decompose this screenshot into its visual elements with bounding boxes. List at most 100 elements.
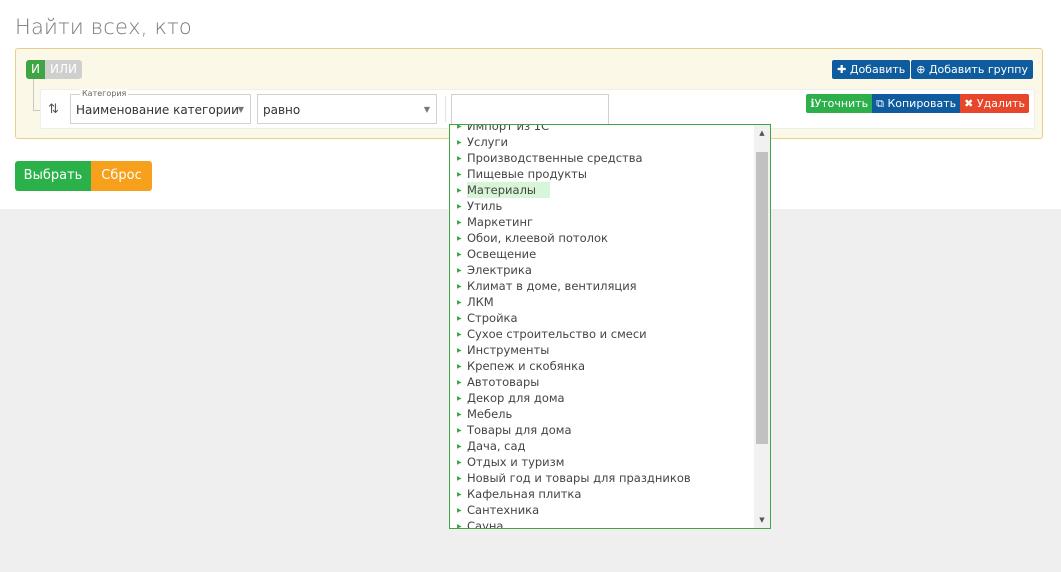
value-input[interactable] — [451, 94, 609, 125]
bullet-icon: ▶ — [457, 138, 462, 146]
bullet-icon: ▶ — [457, 314, 462, 322]
category-option[interactable]: ▶ Кафельная плитка — [450, 486, 754, 502]
category-option[interactable]: ▶ Мебель — [450, 406, 754, 422]
bullet-icon: ▶ — [457, 186, 462, 194]
plus-icon: ✚ — [837, 63, 850, 76]
category-option-label: Климат в доме, вентиляция — [467, 279, 637, 293]
category-option[interactable]: ▶ Освещение — [450, 246, 754, 262]
bullet-icon: ▶ — [457, 124, 462, 130]
category-option[interactable]: ▶ Обои, клеевой потолок — [450, 230, 754, 246]
category-option-label: Мебель — [467, 407, 513, 421]
category-option[interactable]: ▶ Импорт из 1С — [450, 124, 754, 134]
bullet-icon: ▶ — [457, 490, 462, 498]
bullet-icon: ▶ — [457, 330, 462, 338]
field-select-value: Наименование категории — [76, 103, 239, 117]
category-option-label: Дача, сад — [467, 439, 526, 453]
caret-down-icon: ▼ — [237, 105, 244, 114]
category-option[interactable]: ▶ Утиль — [450, 198, 754, 214]
bullet-icon: ▶ — [457, 346, 462, 354]
category-option-label: Отдых и туризм — [467, 455, 565, 469]
bullet-icon: ▶ — [457, 378, 462, 386]
category-option[interactable]: ▶ Услуги — [450, 134, 754, 150]
add-rule-button[interactable]: ✚ Добавить — [832, 60, 911, 79]
category-dropdown: ▶ Импорт из 1С ▶ Услуги ▶ Производственные ср… — [449, 124, 771, 529]
bullet-icon: ▶ — [457, 298, 462, 306]
category-option[interactable]: ▶ Отдых и туризм — [450, 454, 754, 470]
category-option[interactable]: ▶ Стройка — [450, 310, 754, 326]
category-option[interactable]: ▶ Сухое строительство и смеси — [450, 326, 754, 342]
bullet-icon: ▶ — [457, 442, 462, 450]
drag-sort-icon[interactable]: ⇅ — [48, 102, 59, 117]
reset-button[interactable]: Сброс — [91, 161, 152, 191]
bullet-icon: ▶ — [457, 506, 462, 514]
scroll-up-icon[interactable]: ▲ — [754, 125, 770, 141]
category-option[interactable]: ▶ Материалы — [450, 182, 754, 198]
copy-label: Копировать — [887, 97, 957, 110]
delete-button[interactable]: ✖ Удалить — [960, 94, 1029, 113]
category-option[interactable]: ▶ ЛКМ — [450, 294, 754, 310]
field-legend: Категория — [80, 89, 129, 99]
page-title: Найти всех, кто — [15, 15, 192, 39]
rule-actions: ℹУточнить ⧉ Копировать ✖ Удалить — [806, 94, 1029, 113]
logic-or-button[interactable]: ИЛИ — [44, 60, 82, 79]
category-option-label: Пищевые продукты — [467, 167, 587, 181]
scrollbar[interactable]: ▲ ▼ — [754, 125, 770, 528]
field-select[interactable]: Категория Наименование категории ▼ — [70, 89, 251, 124]
category-option[interactable]: ▶ Сауна — [450, 518, 754, 529]
category-option-label: ЛКМ — [467, 295, 494, 309]
category-option[interactable]: ▶ Электрика — [450, 262, 754, 278]
category-option-label: Импорт из 1С — [467, 124, 550, 133]
add-rule-label: Добавить — [849, 63, 906, 76]
bullet-icon: ▶ — [457, 426, 462, 434]
bullet-icon: ▶ — [457, 202, 462, 210]
scroll-thumb[interactable] — [756, 152, 768, 444]
rule-row: ⇅ Категория Наименование категории ▼ рав… — [40, 89, 1035, 129]
group-actions: ✚ Добавить ⊕ Добавить группу — [832, 60, 1033, 79]
divider — [445, 96, 446, 122]
category-option[interactable]: ▶ Климат в доме, вентиляция — [450, 278, 754, 294]
select-button[interactable]: Выбрать — [15, 161, 91, 191]
category-option[interactable]: ▶ Автотовары — [450, 374, 754, 390]
scroll-down-icon[interactable]: ▼ — [754, 512, 770, 528]
category-option-label: Кафельная плитка — [467, 487, 582, 501]
category-option[interactable]: ▶ Пищевые продукты — [450, 166, 754, 182]
bullet-icon: ▶ — [457, 394, 462, 402]
plus-circle-icon: ⊕ — [916, 63, 929, 76]
refine-button[interactable]: ℹУточнить — [806, 94, 873, 113]
bullet-icon: ▶ — [457, 250, 462, 258]
operator-select[interactable]: равно ▼ — [257, 94, 437, 124]
category-option-label: Стройка — [467, 311, 518, 325]
bullet-icon: ▶ — [457, 282, 462, 290]
operator-select-value: равно — [263, 103, 301, 117]
add-group-label: Добавить группу — [928, 63, 1028, 76]
delete-label: Удалить — [976, 97, 1025, 110]
category-option-label: Декор для дома — [467, 391, 565, 405]
bullet-icon: ▶ — [457, 458, 462, 466]
logic-toggle: И ИЛИ — [26, 60, 82, 79]
category-option-label: Крепеж и скобянка — [467, 359, 586, 373]
category-option[interactable]: ▶ Товары для дома — [450, 422, 754, 438]
refine-label: Уточнить — [814, 97, 869, 110]
category-option-label: Маркетинг — [467, 215, 534, 229]
category-option[interactable]: ▶ Производственные средства — [450, 150, 754, 166]
category-option-label: Электрика — [467, 263, 532, 277]
bullet-icon: ▶ — [457, 170, 462, 178]
logic-and-button[interactable]: И — [26, 60, 45, 79]
category-option[interactable]: ▶ Дача, сад — [450, 438, 754, 454]
bullet-icon: ▶ — [457, 522, 462, 529]
category-option-label: Инструменты — [467, 343, 550, 357]
category-option[interactable]: ▶ Маркетинг — [450, 214, 754, 230]
copy-button[interactable]: ⧉ Копировать — [872, 94, 961, 113]
bullet-icon: ▶ — [457, 234, 462, 242]
add-group-button[interactable]: ⊕ Добавить группу — [911, 60, 1033, 79]
category-option-label: Автотовары — [467, 375, 540, 389]
category-option[interactable]: ▶ Новый год и товары для праздников — [450, 470, 754, 486]
category-option[interactable]: ▶ Инструменты — [450, 342, 754, 358]
category-option[interactable]: ▶ Декор для дома — [450, 390, 754, 406]
category-option-label: Сантехника — [467, 503, 540, 517]
category-option[interactable]: ▶ Крепеж и скобянка — [450, 358, 754, 374]
category-list: ▶ Импорт из 1С ▶ Услуги ▶ Производственные ср… — [450, 124, 754, 529]
category-option-label: Производственные средства — [467, 151, 643, 165]
category-option-label: Товары для дома — [467, 423, 572, 437]
category-option[interactable]: ▶ Сантехника — [450, 502, 754, 518]
